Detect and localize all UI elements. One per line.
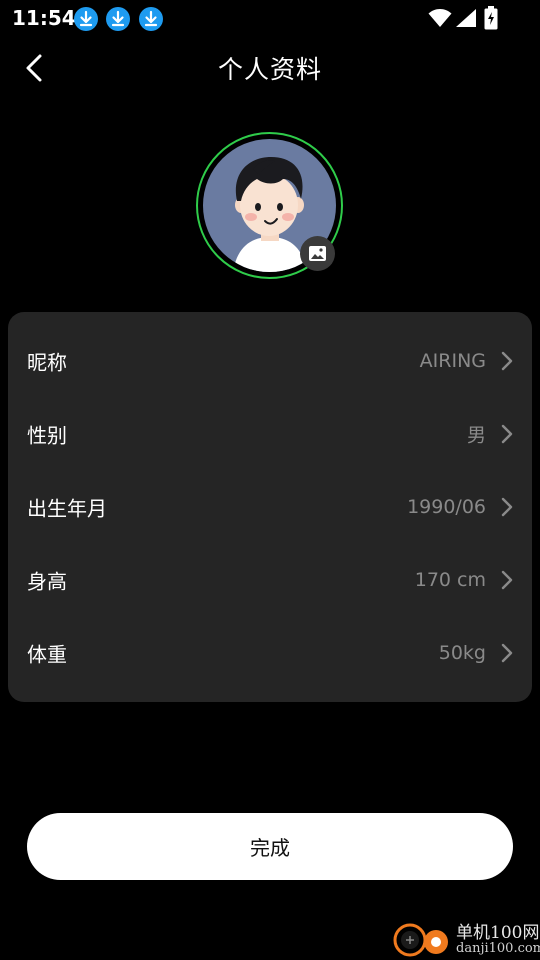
row-value: 50kg: [438, 642, 486, 664]
signal-icon: [456, 9, 476, 27]
profile-screen: 11:54 个人资料 昵称 AIRING 性别 男 出生年月 1990/06 身…: [0, 0, 540, 960]
row-value: 1990/06: [407, 496, 486, 518]
watermark-url: danji100.com: [456, 941, 540, 956]
download-icon: [74, 7, 98, 31]
chevron-right-icon: [501, 351, 513, 371]
row-value: 男: [466, 424, 486, 447]
row-height[interactable]: 身高 170 cm: [8, 544, 532, 616]
chevron-right-icon: [501, 570, 513, 590]
row-value: 170 cm: [414, 569, 486, 591]
download-icon: [139, 7, 163, 31]
row-label: 性别: [27, 423, 67, 448]
row-value: AIRING: [419, 350, 486, 372]
done-button[interactable]: 完成: [27, 813, 513, 880]
battery-charging-icon: [484, 6, 498, 30]
chevron-right-icon: [501, 424, 513, 444]
image-icon: [309, 246, 326, 261]
watermark-logo: [393, 923, 448, 957]
status-time: 11:54: [12, 6, 76, 30]
row-label: 身高: [27, 569, 67, 594]
row-nickname[interactable]: 昵称 AIRING: [8, 325, 532, 397]
row-label: 昵称: [27, 350, 67, 375]
chevron-right-icon: [501, 643, 513, 663]
change-photo-button[interactable]: [300, 236, 335, 271]
chevron-right-icon: [501, 497, 513, 517]
row-gender[interactable]: 性别 男: [8, 398, 532, 470]
row-label: 出生年月: [27, 496, 107, 521]
row-weight[interactable]: 体重 50kg: [8, 617, 532, 689]
row-birth-date[interactable]: 出生年月 1990/06: [8, 471, 532, 543]
profile-card: 昵称 AIRING 性别 男 出生年月 1990/06 身高 170 cm 体重…: [8, 312, 532, 702]
wifi-icon: [428, 9, 452, 27]
status-bar: 11:54: [0, 0, 540, 36]
watermark-name: 单机100网: [456, 923, 540, 943]
row-label: 体重: [27, 642, 67, 667]
download-icon: [106, 7, 130, 31]
page-title: 个人资料: [217, 55, 322, 84]
